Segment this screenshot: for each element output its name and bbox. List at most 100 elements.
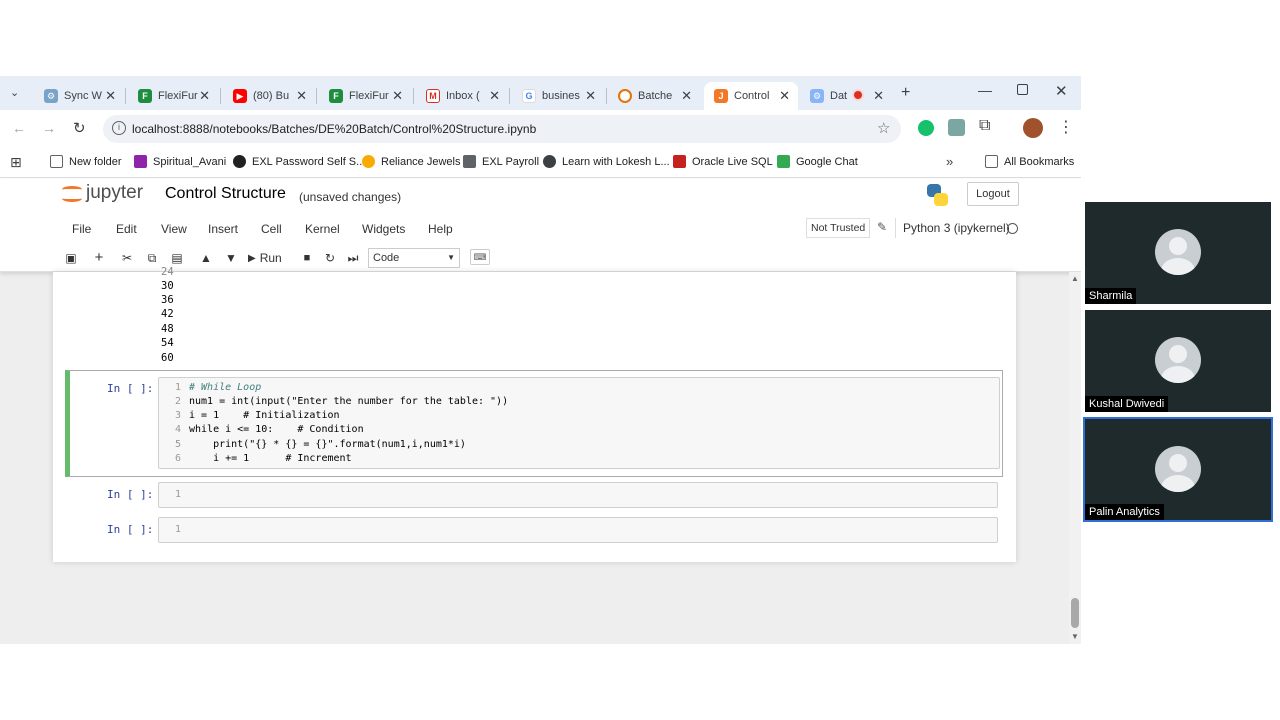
address-bar[interactable]: i localhost:8888/notebooks/Batches/DE%20… <box>103 115 901 143</box>
bookmark-new-folder[interactable]: New folder <box>50 155 122 168</box>
code-input[interactable]: 1 <box>158 482 998 508</box>
code-line: # While Loop <box>189 382 262 393</box>
more-bookmarks-icon[interactable]: » <box>946 154 953 169</box>
logout-button[interactable]: Logout <box>967 182 1019 206</box>
run-button[interactable]: ▶ Run <box>248 249 282 267</box>
menu-edit[interactable]: Edit <box>116 222 137 236</box>
participant-tile-active[interactable]: Palin Analytics <box>1083 417 1273 522</box>
profile-avatar[interactable] <box>1023 118 1043 138</box>
jupyter-logo-text[interactable]: jupyter <box>86 182 143 204</box>
trust-status-button[interactable]: Not Trusted <box>806 218 871 238</box>
fast-forward-icon[interactable]: ⏭ <box>342 249 364 267</box>
close-icon[interactable]: ✕ <box>296 88 307 104</box>
close-window-button[interactable]: ✕ <box>1055 82 1068 100</box>
menu-kernel[interactable]: Kernel <box>305 222 340 236</box>
output-value: 60 <box>161 352 174 364</box>
bookmarks-bar: ⊞ New folder Spiritual_Avani EXL Passwor… <box>0 148 1081 178</box>
tab-flexifur-2[interactable]: F FlexiFur ✕ <box>319 82 411 110</box>
restart-icon[interactable]: ↻ <box>319 249 341 267</box>
edit-pencil-icon[interactable]: ✎ <box>877 220 887 234</box>
tab-batches[interactable]: Batche ✕ <box>608 82 700 110</box>
bookmark-reliance[interactable]: Reliance Jewels <box>362 155 460 168</box>
bookmark-exl-password[interactable]: EXL Password Self S... <box>233 155 365 168</box>
tab-title: Batche <box>638 90 673 102</box>
back-icon[interactable]: ← <box>12 120 26 136</box>
site-info-icon[interactable]: i <box>112 121 126 135</box>
menu-file[interactable]: File <box>72 222 91 236</box>
stop-icon[interactable]: ■ <box>296 249 318 267</box>
tab-youtube[interactable]: ▶ (80) Bu ✕ <box>223 82 315 110</box>
line-number: 6 <box>174 453 181 464</box>
move-down-icon[interactable]: ▼ <box>220 249 242 267</box>
bookmark-oracle[interactable]: Oracle Live SQL <box>673 155 773 168</box>
bookmark-favicon <box>777 155 790 168</box>
copy-icon[interactable]: ⧉ <box>141 249 163 267</box>
tab-search-icon[interactable]: ⌄ <box>10 86 19 99</box>
menu-cell[interactable]: Cell <box>261 222 282 236</box>
scroll-up-icon[interactable]: ▲ <box>1071 274 1079 283</box>
tab-title: Control <box>734 90 770 102</box>
jupyter-logo-icon[interactable] <box>62 184 82 204</box>
scroll-down-icon[interactable]: ▼ <box>1071 632 1079 641</box>
tab-flexifur-1[interactable]: F FlexiFur ✕ <box>128 82 218 110</box>
tab-title: FlexiFur <box>158 90 198 102</box>
close-icon[interactable]: ✕ <box>585 88 596 104</box>
cut-icon[interactable]: ✂ <box>116 249 138 267</box>
new-tab-button[interactable]: + <box>901 84 910 102</box>
scrollbar-thumb[interactable] <box>1071 598 1079 628</box>
forward-icon[interactable]: → <box>42 120 56 136</box>
menu-widgets[interactable]: Widgets <box>362 222 405 236</box>
menu-insert[interactable]: Insert <box>208 222 238 236</box>
participant-name: Sharmila <box>1085 288 1137 304</box>
code-cell[interactable]: In [ ]: 1 <box>65 482 1003 510</box>
line-number: 1 <box>174 489 181 500</box>
code-cell[interactable]: In [ ]: 1 <box>65 517 1003 545</box>
all-bookmarks[interactable]: All Bookmarks <box>985 155 1074 168</box>
close-icon[interactable]: ✕ <box>681 88 692 104</box>
tab-control-active[interactable]: J Control ✕ <box>704 82 798 110</box>
paste-icon[interactable]: ▤ <box>166 249 188 267</box>
close-icon[interactable]: ✕ <box>779 88 790 104</box>
cell-type-select[interactable]: Code ▼ <box>368 248 460 268</box>
active-code-cell[interactable]: In [ ]: 1 # While Loop 2 num1 = int(input(… <box>65 370 1003 477</box>
notebook-title[interactable]: Control Structure <box>165 185 286 203</box>
close-icon[interactable]: ✕ <box>105 88 116 104</box>
code-input[interactable]: 1 <box>158 517 998 543</box>
code-line: i += 1 # Increment <box>189 453 352 464</box>
avatar <box>1155 446 1201 492</box>
close-icon[interactable]: ✕ <box>489 88 500 104</box>
tab-inbox[interactable]: M Inbox ( ✕ <box>416 82 508 110</box>
menu-help[interactable]: Help <box>428 222 453 236</box>
participant-tile[interactable]: Kushal Dwivedi <box>1085 310 1271 412</box>
kebab-menu-icon[interactable]: ⋮ <box>1058 117 1074 137</box>
restore-button[interactable] <box>1017 84 1028 95</box>
bookmark-star-icon[interactable]: ☆ <box>877 119 890 137</box>
code-input[interactable]: 1 # While Loop 2 num1 = int(input("Enter t… <box>158 377 1000 469</box>
bookmark-exl-payroll[interactable]: EXL Payroll <box>463 155 539 168</box>
bookmark-spiritual[interactable]: Spiritual_Avani <box>134 155 226 168</box>
bookmark-google-chat[interactable]: Google Chat <box>777 155 858 168</box>
save-icon[interactable]: ▣ <box>60 249 82 267</box>
minimize-button[interactable]: — <box>978 82 992 98</box>
code-line: while i <= 10: # Condition <box>189 424 364 435</box>
keyboard-icon[interactable]: ⌨ <box>470 249 490 265</box>
reload-icon[interactable]: ↻ <box>73 119 86 137</box>
tab-data[interactable]: ⚙ Dat ✕ <box>800 82 892 110</box>
puzzle-icon[interactable]: ⧉ <box>979 117 990 135</box>
extension-icon[interactable] <box>948 119 965 136</box>
close-icon[interactable]: ✕ <box>873 88 884 104</box>
apps-grid-icon[interactable]: ⊞ <box>10 154 22 171</box>
scrollbar[interactable]: ▲ ▼ <box>1069 272 1081 644</box>
insert-cell-icon[interactable]: + <box>88 249 110 267</box>
bookmark-lokesh[interactable]: Learn with Lokesh L... <box>543 155 670 168</box>
menu-view[interactable]: View <box>161 222 187 236</box>
tab-sync[interactable]: ⚙ Sync W ✕ <box>34 82 124 110</box>
flexi-icon: F <box>138 89 152 103</box>
sync-icon: ⚙ <box>44 89 58 103</box>
close-icon[interactable]: ✕ <box>392 88 403 104</box>
grammarly-icon[interactable] <box>918 120 934 136</box>
move-up-icon[interactable]: ▲ <box>195 249 217 267</box>
close-icon[interactable]: ✕ <box>199 88 210 104</box>
participant-tile[interactable]: Sharmila <box>1085 202 1271 304</box>
tab-google[interactable]: G busines ✕ <box>512 82 604 110</box>
